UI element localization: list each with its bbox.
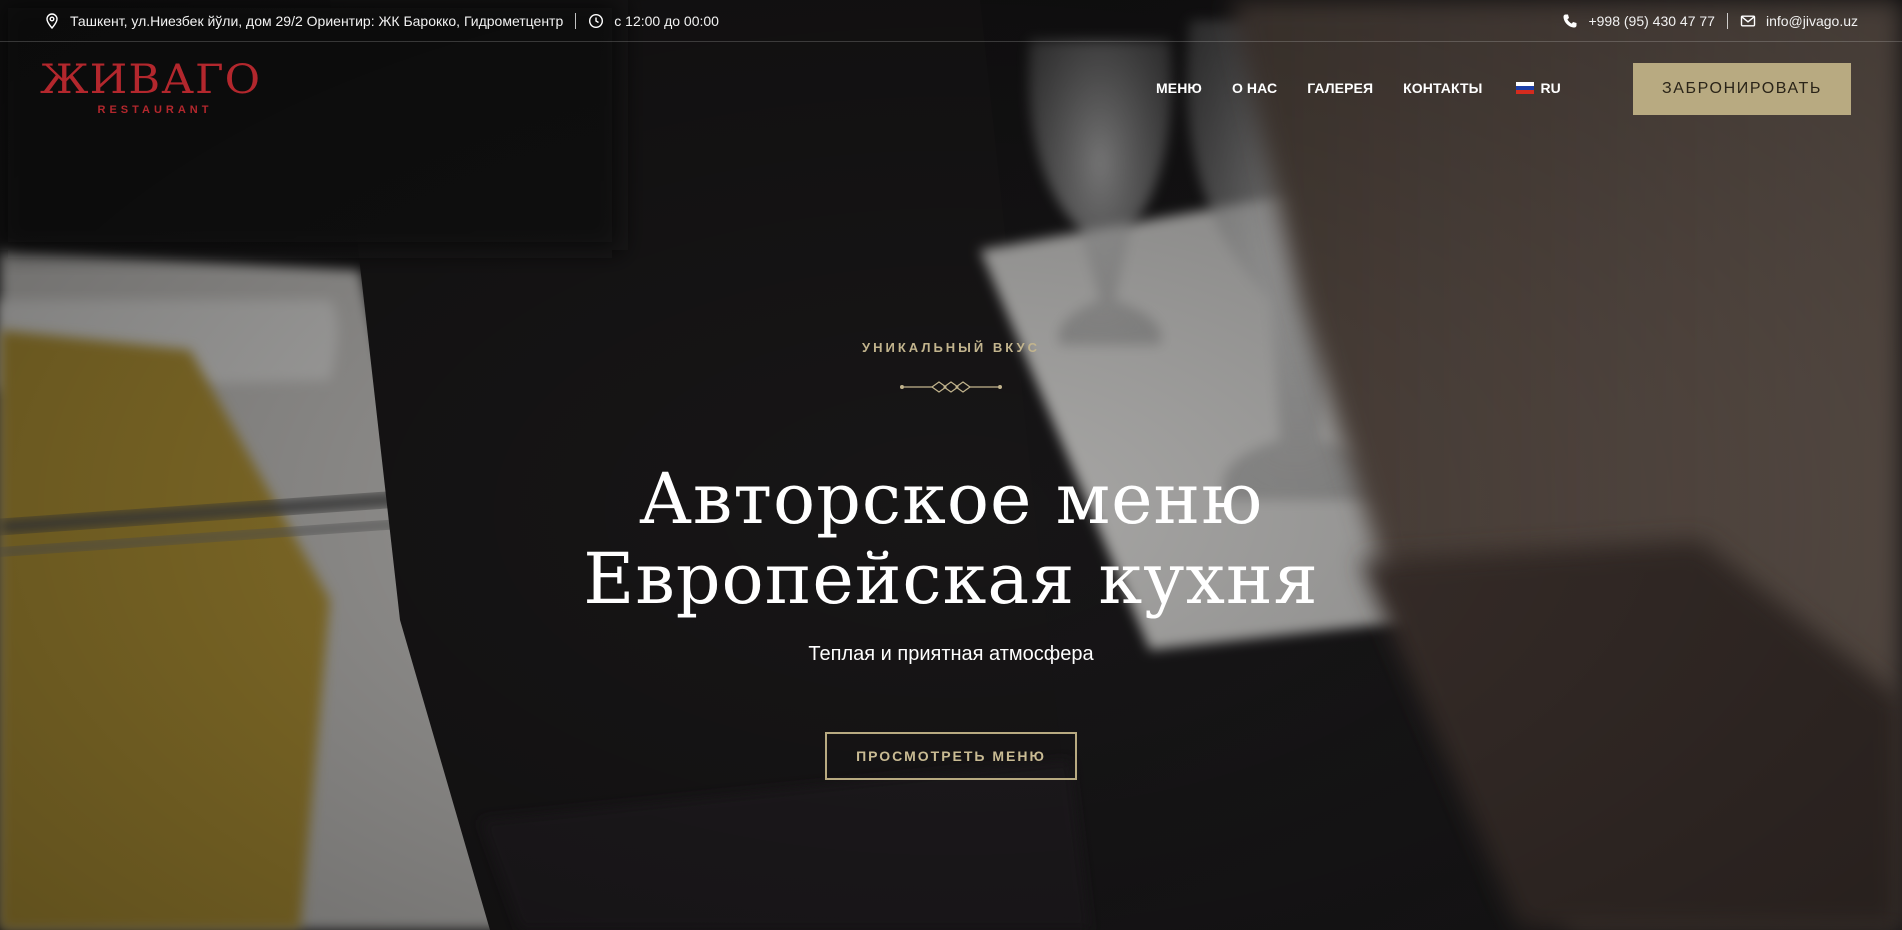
ornament-divider-icon (899, 380, 1003, 394)
view-menu-button[interactable]: ПРОСМОТРЕТЬ МЕНЮ (825, 732, 1077, 780)
hero-subtitle: Теплая и приятная атмосфера (808, 643, 1094, 665)
hero-section: УНИКАЛЬНЫЙ ВКУС Авторское меню Европейск… (0, 0, 1902, 930)
hero-title-line-2: Европейская кухня (583, 538, 1319, 620)
hero-title-line-1: Авторское меню (638, 458, 1264, 540)
hero-eyebrow: УНИКАЛЬНЫЙ ВКУС (862, 340, 1040, 355)
